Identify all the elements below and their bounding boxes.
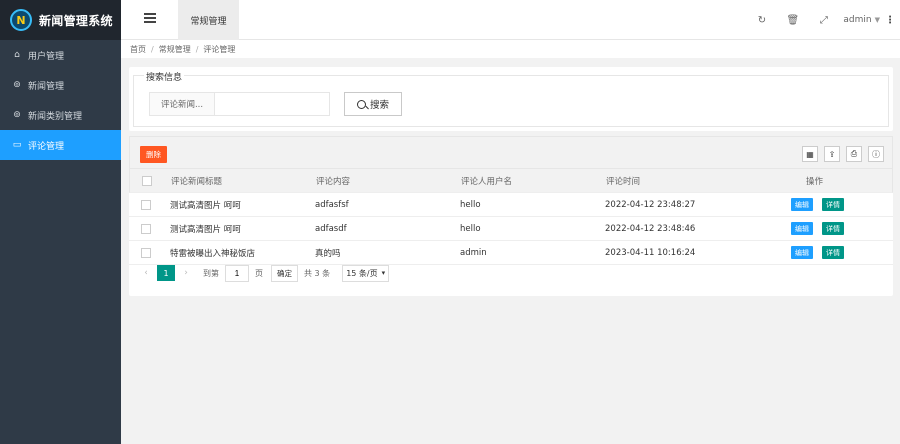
row-actions: 编辑 详情 — [791, 246, 853, 259]
goto-label: 到第 — [203, 268, 219, 278]
cell-title: 测试高清图片 呵呵 — [170, 224, 241, 235]
detail-button[interactable]: 详情 — [822, 198, 844, 211]
trash-icon[interactable]: 🗑 — [777, 15, 808, 26]
page-size-value: 15 条/页 — [346, 268, 378, 278]
next-page-icon[interactable]: › — [179, 268, 193, 278]
export-icon[interactable]: ⇪ — [824, 146, 840, 162]
edit-button[interactable]: 编辑 — [791, 198, 813, 211]
sidebar-item-label: 新闻管理 — [28, 81, 65, 92]
table-row: 测试高清图片 呵呵 adfasfsf hello 2022-04-12 23:4… — [129, 193, 893, 217]
goto-page-input[interactable] — [225, 264, 249, 282]
search-field-label: 评论新闻... — [149, 92, 215, 116]
column-header[interactable]: 评论人用户名 — [461, 175, 512, 187]
select-all-checkbox[interactable] — [142, 175, 152, 186]
table-tools: ▦ ⇪ ⎙ ⓘ — [796, 146, 884, 162]
sidebar: N 新闻管理系统 ⌂ 用户管理 ⊚ 新闻管理 ⊚ 新闻类别管理 ▭ 评论管理 — [0, 0, 121, 444]
sidebar-item-news[interactable]: ⊚ 新闻管理 — [0, 70, 121, 100]
username: admin — [843, 15, 872, 25]
cell-content: adfasdf — [315, 223, 347, 234]
cell-user: admin — [460, 247, 487, 258]
more-icon[interactable]: ⋮ — [880, 15, 900, 26]
sidebar-item-label: 用户管理 — [28, 51, 65, 62]
row-actions: 编辑 详情 — [791, 198, 853, 211]
cell-user: hello — [460, 199, 481, 210]
column-header[interactable]: 评论时间 — [606, 175, 640, 187]
search-legend: 搜索信息 — [144, 70, 185, 83]
search-input[interactable] — [214, 92, 330, 116]
breadcrumb-separator: / — [195, 44, 199, 54]
breadcrumb-current: 评论管理 — [203, 44, 236, 54]
edit-button[interactable]: 编辑 — [791, 222, 813, 235]
sidebar-item-label: 评论管理 — [28, 141, 65, 152]
row-checkbox[interactable] — [141, 199, 151, 210]
goto-confirm-button[interactable]: 确定 — [271, 264, 298, 282]
row-checkbox[interactable] — [141, 247, 151, 258]
page-number-current[interactable]: 1 — [157, 265, 175, 281]
cell-user: hello — [460, 223, 481, 234]
cell-time: 2023-04-11 10:16:24 — [605, 247, 696, 258]
comments-table: 评论新闻标题 评论内容 评论人用户名 评论时间 操作 测试高清图片 呵呵 adf… — [129, 169, 893, 265]
window-icon: ▭ — [12, 140, 22, 150]
info-icon[interactable]: ⓘ — [868, 146, 884, 162]
print-icon[interactable]: ⎙ — [846, 146, 862, 162]
cell-content: adfasfsf — [315, 199, 349, 210]
table-header: 评论新闻标题 评论内容 评论人用户名 评论时间 操作 — [129, 169, 893, 193]
sidebar-item-news-category[interactable]: ⊚ 新闻类别管理 — [0, 100, 121, 130]
table-panel: 删除 ▦ ⇪ ⎙ ⓘ 评论新闻标题 评论内容 评论人用户名 评论时间 操作 测试… — [129, 136, 893, 296]
sidebar-item-comments[interactable]: ▭ 评论管理 — [0, 130, 121, 160]
refresh-icon[interactable]: ↻ — [746, 15, 777, 26]
cell-time: 2022-04-12 23:48:27 — [605, 199, 696, 210]
fullscreen-icon[interactable]: ⤢ — [808, 15, 839, 26]
breadcrumb-separator: / — [151, 44, 154, 54]
breadcrumb: 首页 / 常规管理 / 评论管理 — [121, 40, 900, 58]
cell-title: 测试高清图片 呵呵 — [170, 200, 241, 211]
logo-icon: N — [10, 9, 32, 31]
search-icon — [356, 99, 366, 109]
pagination: ‹ 1 › 到第 页 确定 共 3 条 15 条/页 ▾ — [129, 261, 893, 285]
row-checkbox[interactable] — [141, 223, 151, 234]
cell-content: 真的吗 — [315, 248, 341, 259]
search-panel: 搜索信息 评论新闻... 搜索 — [129, 67, 893, 131]
binoculars-icon: ⊚ — [13, 110, 21, 120]
table-toolbar: 删除 ▦ ⇪ ⎙ ⓘ — [129, 136, 893, 169]
page-size-select[interactable]: 15 条/页 ▾ — [342, 264, 390, 282]
total-count: 共 3 条 — [304, 268, 331, 278]
edit-button[interactable]: 编辑 — [791, 246, 813, 259]
table-row: 测试高清图片 呵呵 adfasdf hello 2022-04-12 23:48… — [129, 217, 893, 241]
sidebar-item-label: 新闻类别管理 — [28, 111, 83, 122]
search-button[interactable]: 搜索 — [344, 92, 402, 116]
column-header: 操作 — [806, 176, 824, 187]
delete-button[interactable]: 删除 — [140, 146, 167, 163]
breadcrumb-general[interactable]: 常规管理 — [159, 44, 191, 55]
home-icon: ⌂ — [14, 50, 20, 60]
menu-toggle-icon[interactable] — [144, 13, 156, 25]
column-header[interactable]: 评论内容 — [316, 175, 350, 187]
columns-icon[interactable]: ▦ — [802, 146, 818, 162]
sidebar-item-users[interactable]: ⌂ 用户管理 — [0, 40, 121, 70]
app-title: 新闻管理系统 — [39, 13, 113, 28]
cell-time: 2022-04-12 23:48:46 — [605, 223, 696, 234]
user-menu[interactable]: admin ▼ — [843, 15, 880, 25]
binoculars-icon: ⊚ — [13, 80, 21, 90]
top-header: 常规管理 ↻ 🗑 ⤢ admin ▼ ⋮ — [121, 0, 900, 40]
cell-title: 特雷被曝出入神秘饭店 — [170, 248, 256, 259]
app-logo[interactable]: N 新闻管理系统 — [0, 0, 121, 40]
prev-page-icon[interactable]: ‹ — [139, 268, 153, 278]
column-header[interactable]: 评论新闻标题 — [171, 175, 222, 187]
search-fieldset: 搜索信息 评论新闻... 搜索 — [133, 70, 889, 127]
breadcrumb-home[interactable]: 首页 — [130, 44, 146, 55]
search-button-label: 搜索 — [369, 100, 389, 111]
header-actions: ↻ 🗑 ⤢ admin ▼ ⋮ — [746, 0, 900, 40]
tab-general-management[interactable]: 常规管理 — [178, 0, 239, 40]
page-unit-label: 页 — [255, 268, 263, 278]
detail-button[interactable]: 详情 — [822, 246, 844, 259]
row-actions: 编辑 详情 — [791, 222, 853, 235]
chevron-down-icon: ▾ — [381, 269, 386, 277]
detail-button[interactable]: 详情 — [822, 222, 844, 235]
